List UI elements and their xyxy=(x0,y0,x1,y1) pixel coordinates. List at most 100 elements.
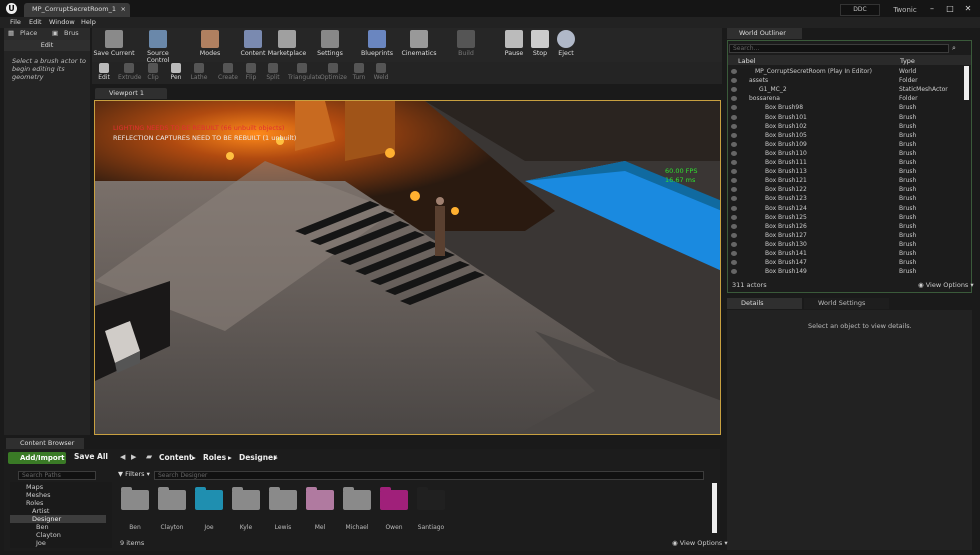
outliner-row[interactable]: Box Brush147 Brush xyxy=(729,258,962,267)
tab-brush[interactable]: Brus xyxy=(64,29,79,37)
tab-place[interactable]: Place xyxy=(20,29,37,37)
folder-thumbnail[interactable] xyxy=(343,487,371,510)
outliner-row[interactable]: MP_CorruptSecretRoom (Play In Editor) Wor… xyxy=(729,67,962,76)
tree-item-designer[interactable]: Designer xyxy=(10,515,106,523)
outliner-row[interactable]: bossarena Folder xyxy=(729,94,962,103)
tool-triangulate[interactable]: Triangulate xyxy=(288,63,321,81)
visibility-icon[interactable] xyxy=(731,269,737,275)
visibility-icon[interactable] xyxy=(731,105,737,111)
forward-arrow-icon[interactable]: ▶ xyxy=(131,453,136,461)
type-column[interactable]: Type xyxy=(900,57,915,65)
menu-edit[interactable]: Edit xyxy=(29,17,42,28)
outliner-search-input[interactable]: Search... xyxy=(729,44,949,53)
tool-flip[interactable]: Flip xyxy=(240,63,262,81)
tool-lathe[interactable]: Lathe xyxy=(188,63,210,81)
visibility-icon[interactable] xyxy=(731,178,737,184)
visibility-icon[interactable] xyxy=(731,87,737,93)
outliner-row[interactable]: Box Brush121 Brush xyxy=(729,176,962,185)
tree-item-joe[interactable]: Joe xyxy=(10,539,106,547)
tool-weld[interactable]: Weld xyxy=(370,63,392,81)
menu-window[interactable]: Window xyxy=(49,17,75,28)
folder-thumbnail[interactable] xyxy=(232,487,260,510)
visibility-icon[interactable] xyxy=(731,251,737,256)
minimize-icon[interactable]: – xyxy=(926,3,938,14)
visibility-icon[interactable] xyxy=(731,232,737,238)
viewport[interactable]: LIGHTING NEEDS TO BE REBUILT (66 unbuilt… xyxy=(94,100,721,435)
content-view-options[interactable]: ◉ View Options ▾ xyxy=(672,539,728,547)
close-window-icon[interactable]: ✕ xyxy=(962,3,974,14)
brush-mode-icon[interactable]: ▣ xyxy=(52,29,58,37)
breadcrumb-roles[interactable]: Roles xyxy=(203,453,226,462)
folder-thumbnail[interactable] xyxy=(269,487,297,510)
marketplace-button[interactable]: Marketplace xyxy=(265,30,309,57)
modes-button[interactable]: Modes xyxy=(188,30,232,57)
visibility-icon[interactable] xyxy=(731,187,737,193)
save-current-button[interactable]: Save Current xyxy=(92,30,136,57)
visibility-icon[interactable] xyxy=(731,205,737,211)
folder-thumbnail[interactable] xyxy=(121,487,149,510)
visibility-icon[interactable] xyxy=(731,150,737,156)
tool-turn[interactable]: Turn xyxy=(348,63,370,81)
outliner-row[interactable]: Box Brush105 Brush xyxy=(729,131,962,140)
filters-button[interactable]: ▼ Filters ▾ xyxy=(118,470,150,478)
outliner-row[interactable]: Box Brush102 Brush xyxy=(729,122,962,131)
outliner-row[interactable]: Box Brush101 Brush xyxy=(729,113,962,122)
eject-button[interactable]: Eject xyxy=(544,30,588,57)
outliner-row[interactable]: Box Brush111 Brush xyxy=(729,158,962,167)
save-all-button[interactable]: Save All xyxy=(74,452,108,461)
visibility-icon[interactable] xyxy=(731,132,737,138)
folder-thumbnail[interactable] xyxy=(195,487,223,510)
asset-search-input[interactable]: Search Designer xyxy=(154,471,704,480)
tool-create[interactable]: Create xyxy=(217,63,239,81)
tree-item-artist[interactable]: Artist xyxy=(10,507,106,515)
viewport-tab[interactable]: Viewport 1 xyxy=(95,88,167,99)
menu-help[interactable]: Help xyxy=(81,17,96,28)
tree-item-meshes[interactable]: Meshes xyxy=(10,491,106,499)
back-arrow-icon[interactable]: ◀ xyxy=(120,453,125,461)
tool-edit[interactable]: Edit xyxy=(93,63,115,81)
visibility-icon[interactable] xyxy=(731,160,737,165)
visibility-icon[interactable] xyxy=(731,214,737,220)
source-control-button[interactable]: Source Control xyxy=(136,30,180,64)
menu-file[interactable]: File xyxy=(10,17,21,28)
tool-optimize[interactable]: Optimize xyxy=(320,63,347,81)
asset-scrollbar[interactable] xyxy=(712,483,717,533)
outliner-row[interactable]: G1_MC_2 StaticMeshActor xyxy=(729,85,962,94)
outliner-row[interactable]: Box Brush127 Brush xyxy=(729,231,962,240)
folder-thumbnail[interactable] xyxy=(158,487,186,510)
visibility-icon[interactable] xyxy=(731,141,737,147)
outliner-row[interactable]: Box Brush109 Brush xyxy=(729,140,962,149)
outliner-scrollbar[interactable] xyxy=(964,66,969,100)
build-button[interactable]: Build xyxy=(444,30,488,57)
breadcrumb-designer[interactable]: Designer xyxy=(239,453,277,462)
outliner-row[interactable]: Box Brush141 Brush xyxy=(729,249,962,258)
level-tab[interactable]: MP_CorruptSecretRoom_1 × xyxy=(24,3,130,17)
blueprints-button[interactable]: Blueprints xyxy=(355,30,399,57)
outliner-row[interactable]: Box Brush110 Brush xyxy=(729,149,962,158)
cinematics-button[interactable]: Cinematics xyxy=(397,30,441,57)
tool-pen[interactable]: Pen xyxy=(165,63,187,81)
visibility-icon[interactable] xyxy=(731,114,737,120)
breadcrumb-content[interactable]: Content xyxy=(159,453,193,462)
place-mode-icon[interactable]: ▦ xyxy=(8,29,14,37)
visibility-icon[interactable] xyxy=(731,78,737,84)
visibility-icon[interactable] xyxy=(731,169,737,175)
label-column[interactable]: Label xyxy=(738,57,756,65)
folder-thumbnail[interactable] xyxy=(417,487,445,510)
visibility-icon[interactable] xyxy=(731,260,737,266)
outliner-row[interactable]: assets Folder xyxy=(729,76,962,85)
visibility-icon[interactable] xyxy=(731,196,737,202)
outliner-row[interactable]: Box Brush130 Brush xyxy=(729,240,962,249)
outliner-row[interactable]: Box Brush98 Brush xyxy=(729,103,962,112)
search-paths-input[interactable]: Search Paths xyxy=(18,471,96,480)
visibility-icon[interactable] xyxy=(731,241,737,247)
tab-world-outliner[interactable]: World Outliner xyxy=(727,28,802,39)
tree-item-maps[interactable]: Maps xyxy=(10,483,106,491)
tab-details[interactable]: Details xyxy=(727,298,802,309)
visibility-icon[interactable] xyxy=(731,69,737,74)
outliner-row[interactable]: Box Brush122 Brush xyxy=(729,185,962,194)
tab-content-browser[interactable]: Content Browser xyxy=(6,438,84,449)
outliner-row[interactable]: Box Brush126 Brush xyxy=(729,222,962,231)
outliner-view-options[interactable]: ◉ View Options ▾ xyxy=(918,281,974,289)
tree-item-ben[interactable]: Ben xyxy=(10,523,106,531)
